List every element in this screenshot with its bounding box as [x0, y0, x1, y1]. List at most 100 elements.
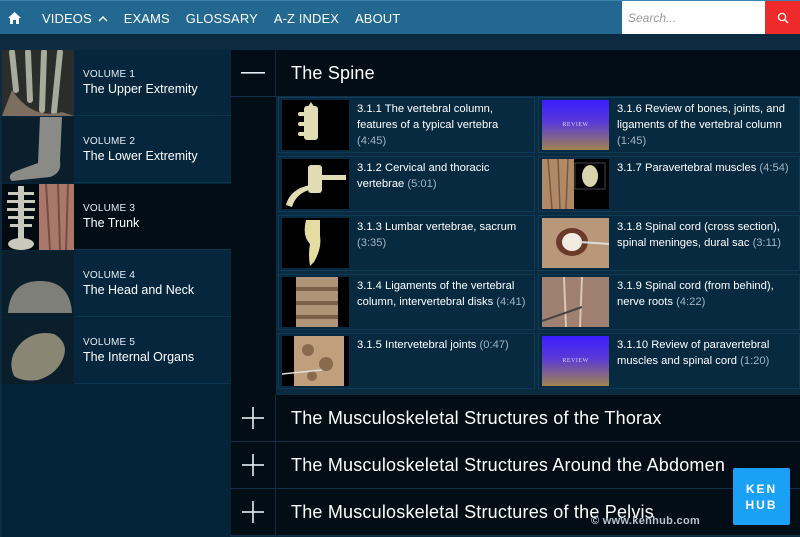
search-box	[622, 1, 800, 35]
volume-title: The Internal Organs	[83, 350, 195, 364]
search-input[interactable]	[622, 1, 765, 35]
volume-4-thumbnail	[2, 251, 74, 317]
badge-line-2: HUB	[745, 497, 778, 512]
video-thumbnail	[282, 218, 349, 268]
nav-videos[interactable]: VIDEOS	[42, 11, 108, 26]
kenhub-logo-badge: KEN HUB	[733, 468, 790, 525]
video-duration: (1:20)	[740, 355, 770, 367]
sidebar-volume-1[interactable]: VOLUME 1 The Upper Extremity	[2, 50, 231, 116]
video-duration: (3:35)	[357, 237, 387, 249]
video-duration: (4:41)	[496, 296, 526, 308]
video-card[interactable]: REVIEW 3.1.6 Review of bones, joints, an…	[538, 97, 800, 153]
minus-icon	[241, 72, 265, 74]
sidebar-volume-5[interactable]: VOLUME 5 The Internal Organs	[2, 318, 231, 384]
video-thumbnail	[542, 277, 609, 327]
section-title: The Musculoskeletal Structures Around th…	[291, 454, 726, 475]
video-card[interactable]: 3.1.5 Intervetebral joints (0:47)	[278, 333, 535, 389]
video-title: 3.1.3 Lumbar vertebrae, sacrum	[357, 221, 517, 233]
section-header-pelvis[interactable]: The Musculoskeletal Structures of the Pe…	[231, 489, 800, 536]
video-duration: (5:01)	[407, 178, 437, 190]
volume-title: The Head and Neck	[83, 283, 195, 297]
collapse-toggle[interactable]	[231, 50, 276, 96]
home-button[interactable]	[2, 1, 26, 35]
volume-2-thumbnail	[2, 117, 74, 183]
video-title: 3.1.7 Paravertebral muscles	[617, 162, 757, 174]
video-thumbnail	[542, 218, 609, 268]
badge-line-1: KEN	[745, 481, 778, 496]
video-thumbnail	[542, 159, 609, 209]
video-thumbnail	[282, 336, 349, 386]
video-title: 3.1.4 Ligaments of the vertebral column,…	[357, 280, 515, 308]
nav-videos-label: VIDEOS	[42, 10, 92, 26]
chevron-up-icon	[98, 15, 108, 21]
video-card[interactable]: REVIEW 3.1.10 Review of paravertebral mu…	[538, 333, 800, 389]
expand-toggle[interactable]	[231, 395, 276, 441]
expand-toggle[interactable]	[231, 442, 276, 488]
video-duration: (0:47)	[479, 339, 509, 351]
volume-number: VOLUME 3	[83, 203, 136, 214]
video-duration: (4:22)	[676, 296, 706, 308]
volume-number: VOLUME 1	[83, 69, 136, 80]
plus-icon	[242, 407, 264, 429]
video-card[interactable]: 3.1.7 Paravertebral muscles (4:54)	[538, 156, 800, 212]
video-card[interactable]: 3.1.3 Lumbar vertebrae, sacrum (3:35)	[278, 215, 535, 271]
video-title: 3.1.1 The vertebral column, features of …	[357, 103, 499, 131]
video-card[interactable]: 3.1.4 Ligaments of the vertebral column,…	[278, 274, 535, 330]
plus-icon	[242, 454, 264, 476]
video-card[interactable]: 3.1.8 Spinal cord (cross section), spina…	[538, 215, 800, 271]
nav-glossary[interactable]: GLOSSARY	[186, 11, 258, 26]
home-icon	[7, 12, 21, 24]
volume-number: VOLUME 4	[83, 270, 136, 281]
top-navigation-bar: VIDEOS EXAMS GLOSSARY A-Z INDEX ABOUT	[0, 0, 800, 35]
review-label: REVIEW	[562, 358, 589, 364]
review-label: REVIEW	[562, 122, 589, 128]
section-gutter	[231, 97, 276, 395]
volume-1-thumbnail	[2, 50, 74, 116]
video-title: 3.1.5 Intervetebral joints	[357, 339, 477, 351]
section-header-thorax[interactable]: The Musculoskeletal Structures of the Th…	[231, 395, 800, 442]
video-thumbnail	[282, 159, 349, 209]
section-header-abdomen[interactable]: The Musculoskeletal Structures Around th…	[231, 442, 800, 489]
video-thumbnail-review: REVIEW	[542, 336, 609, 386]
section-title: The Musculoskeletal Structures of the Pe…	[291, 501, 654, 522]
volume-title: The Trunk	[83, 216, 140, 230]
volume-title: The Lower Extremity	[83, 149, 198, 163]
sidebar-volume-2[interactable]: VOLUME 2 The Lower Extremity	[2, 117, 231, 183]
video-thumbnail	[282, 100, 349, 150]
video-duration: (4:45)	[357, 135, 387, 147]
plus-icon	[242, 501, 264, 523]
nav-about-label: ABOUT	[355, 10, 401, 26]
video-duration: (4:54)	[759, 162, 789, 174]
search-icon	[777, 12, 788, 24]
copyright-watermark: © www.kenhub.com	[591, 515, 701, 527]
video-thumbnail	[282, 277, 349, 327]
main-nav: VIDEOS EXAMS GLOSSARY A-Z INDEX ABOUT	[0, 1, 400, 35]
section-title: The Musculoskeletal Structures of the Th…	[291, 407, 662, 428]
nav-exams[interactable]: EXAMS	[124, 11, 170, 26]
video-duration: (3:11)	[752, 237, 781, 249]
volume-5-thumbnail	[2, 318, 74, 384]
nav-exams-label: EXAMS	[123, 10, 170, 26]
sidebar-volume-3[interactable]: VOLUME 3 The Trunk	[2, 184, 231, 250]
video-title: 3.1.6 Review of bones, joints, and ligam…	[617, 103, 785, 131]
video-card[interactable]: 3.1.1 The vertebral column, features of …	[278, 97, 535, 153]
volume-sidebar: VOLUME 1 The Upper Extremity VOLUME 2 Th…	[2, 50, 231, 537]
section-header-spine[interactable]: The Spine	[231, 50, 800, 97]
nav-az-index-label: A-Z INDEX	[273, 10, 340, 26]
volume-title: The Upper Extremity	[83, 82, 198, 96]
nav-glossary-label: GLOSSARY	[185, 10, 258, 26]
chapter-panel: The Spine 3.1.1 The vertebral column, fe…	[231, 50, 800, 537]
nav-about[interactable]: ABOUT	[355, 11, 400, 26]
search-button[interactable]	[765, 1, 800, 35]
volume-3-thumbnail	[2, 184, 74, 250]
video-thumbnail-review: REVIEW	[542, 100, 609, 150]
sidebar-volume-4[interactable]: VOLUME 4 The Head and Neck	[2, 251, 231, 317]
volume-number: VOLUME 5	[83, 337, 136, 348]
nav-az-index[interactable]: A-Z INDEX	[274, 11, 339, 26]
video-card[interactable]: 3.1.2 Cervical and thoracic vertebrae (5…	[278, 156, 535, 212]
nav-shadow-strip	[0, 34, 800, 50]
section-title: The Spine	[291, 62, 375, 83]
volume-number: VOLUME 2	[83, 136, 136, 147]
expand-toggle[interactable]	[231, 489, 276, 535]
video-card[interactable]: 3.1.9 Spinal cord (from behind), nerve r…	[538, 274, 800, 330]
